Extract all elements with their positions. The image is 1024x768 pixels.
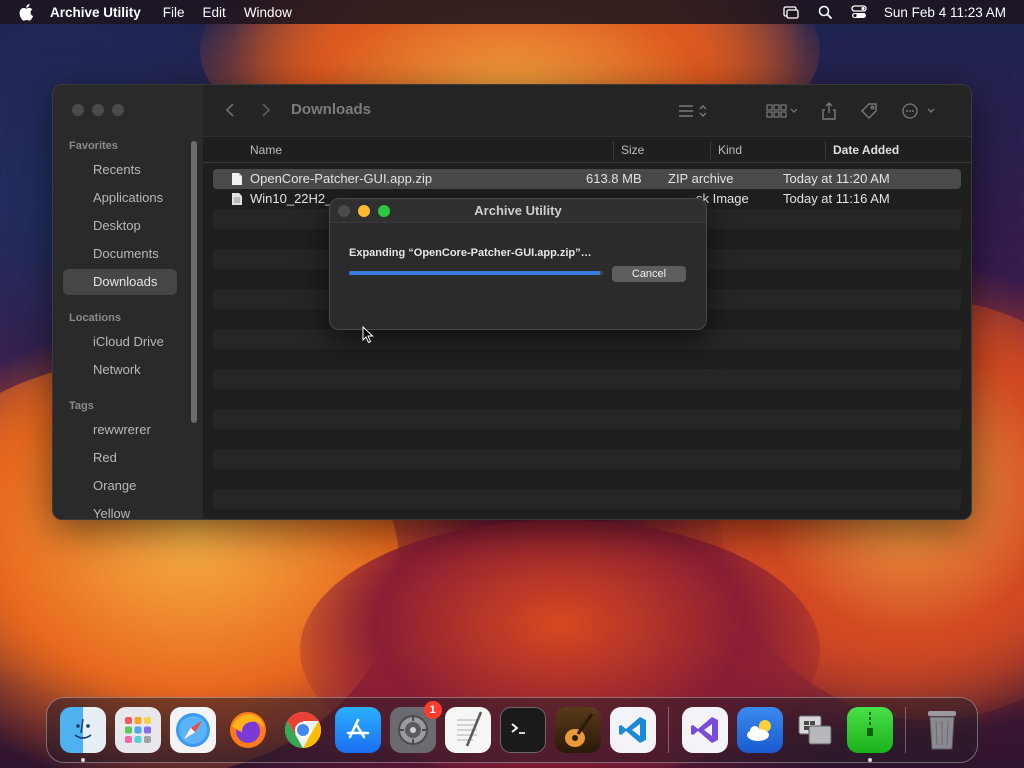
empty-row (213, 449, 961, 469)
sidebar-item-network[interactable]: Network (63, 357, 177, 383)
name-column-header[interactable]: Name (250, 143, 282, 157)
sidebar-item-documents[interactable]: Documents (63, 241, 177, 267)
tag-icon[interactable] (857, 99, 881, 123)
kind-column-header[interactable]: Kind (718, 143, 742, 157)
zoom-window-button[interactable] (112, 104, 124, 116)
chevron-right-icon (262, 103, 271, 117)
archive-utility-dialog: Archive Utility Expanding “OpenCore-Patc… (329, 198, 707, 330)
back-button[interactable] (225, 101, 235, 124)
tags-section-label: Tags (69, 400, 94, 412)
sidebar-item-downloads[interactable]: Downloads (63, 269, 177, 295)
archive-utility-icon[interactable] (846, 707, 893, 762)
spotlight-search-icon[interactable] (816, 5, 834, 19)
empty-row (213, 409, 961, 429)
window-menu[interactable]: Window (244, 5, 292, 20)
dock-separator (668, 707, 669, 753)
mouse-cursor-icon (362, 326, 374, 344)
vscode-icon[interactable] (609, 707, 656, 753)
document-icon (232, 193, 242, 205)
launchpad-icon[interactable] (114, 707, 161, 753)
weather-icon[interactable] (736, 707, 783, 753)
dock: 1 (46, 697, 978, 763)
empty-row (213, 489, 961, 509)
sidebar-tag-red[interactable]: Red (63, 445, 177, 471)
running-indicator (867, 758, 872, 762)
empty-row (213, 469, 961, 489)
share-icon[interactable] (817, 99, 841, 123)
edit-menu[interactable]: Edit (203, 5, 226, 20)
empty-row (213, 389, 961, 409)
apple-menu-icon[interactable] (18, 3, 36, 21)
file-size: 613.8 MB (586, 171, 642, 186)
progress-fill (349, 271, 601, 275)
favorites-section-label: Favorites (69, 140, 118, 152)
column-divider (613, 141, 614, 159)
notification-badge: 1 (423, 701, 442, 719)
system-settings-icon[interactable]: 1 (389, 701, 442, 753)
cancel-button[interactable]: Cancel (612, 266, 686, 282)
expand-progress-bar (349, 271, 603, 275)
control-center-icon[interactable] (850, 5, 868, 19)
file-name: OpenCore-Patcher-GUI.app.zip (250, 171, 433, 186)
file-date-added: Today at 11:16 AM (783, 191, 890, 206)
textedit-icon[interactable] (444, 707, 491, 753)
trash-icon[interactable] (919, 707, 965, 753)
firefox-icon[interactable] (225, 707, 271, 753)
menu-bar-clock[interactable]: Sun Feb 4 11:23 AM (884, 5, 1006, 20)
forward-button[interactable] (261, 101, 271, 124)
finder-icon[interactable] (59, 707, 106, 762)
file-name: Win10_22H2_ (250, 191, 333, 206)
app-name-menu[interactable]: Archive Utility (50, 5, 141, 20)
sidebar-item-desktop[interactable]: Desktop (63, 213, 177, 239)
chrome-icon[interactable] (280, 707, 326, 753)
terminal-icon[interactable] (499, 707, 546, 753)
sidebar-tag-orange[interactable]: Orange (63, 473, 177, 499)
finder-toolbar: Downloads (203, 85, 971, 137)
close-window-button[interactable] (72, 104, 84, 116)
window-title: Downloads (291, 101, 372, 118)
more-actions-icon[interactable] (899, 99, 939, 123)
menu-bar: Archive Utility File Edit Window Sun Feb… (0, 0, 1024, 24)
dialog-title: Archive Utility (474, 203, 562, 218)
list-view-icon[interactable] (673, 99, 713, 123)
locations-section-label: Locations (69, 312, 121, 324)
sidebar-item-recents[interactable]: Recents (63, 157, 177, 183)
column-divider (710, 141, 711, 159)
chevron-left-icon (225, 103, 234, 117)
window-controls (72, 104, 124, 116)
sidebar-item-icloud-drive[interactable]: iCloud Drive (63, 329, 177, 355)
dock-separator (905, 707, 906, 753)
file-date-added: Today at 11:20 AM (783, 171, 890, 186)
file-menu[interactable]: File (163, 5, 185, 20)
visual-studio-icon[interactable] (681, 707, 728, 753)
sidebar-tag-yellow[interactable]: Yellow (63, 501, 177, 519)
empty-row (213, 429, 961, 449)
empty-row (213, 369, 961, 389)
date-added-column-header[interactable]: Date Added (833, 143, 899, 157)
garageband-icon[interactable] (554, 707, 601, 753)
column-divider (825, 141, 826, 159)
minimize-window-button[interactable] (92, 104, 104, 116)
sidebar-tag-rewwrerer[interactable]: rewwrerer (63, 417, 177, 443)
zip-file-icon (232, 173, 242, 185)
safari-icon[interactable] (169, 707, 216, 753)
size-column-header[interactable]: Size (621, 143, 644, 157)
sidebar-scrollbar[interactable] (191, 141, 197, 423)
app-store-icon[interactable] (334, 707, 381, 753)
column-header: Name Size Kind Date Added (203, 137, 971, 163)
finder-sidebar: Favorites Recents Applications Desktop D… (53, 85, 203, 519)
file-kind: ZIP archive (668, 171, 734, 186)
running-indicator (80, 758, 85, 762)
empty-row (213, 329, 961, 349)
group-view-icon[interactable] (763, 99, 803, 123)
expanding-message: Expanding “OpenCore-Patcher-GUI.app.zip”… (349, 247, 592, 259)
empty-row (213, 349, 961, 369)
sidebar-item-applications[interactable]: Applications (63, 185, 177, 211)
screen-mirroring-icon[interactable] (782, 5, 800, 19)
boot-camp-icon[interactable] (792, 707, 838, 753)
file-row[interactable]: OpenCore-Patcher-GUI.app.zip 613.8 MB ZI… (213, 169, 961, 189)
